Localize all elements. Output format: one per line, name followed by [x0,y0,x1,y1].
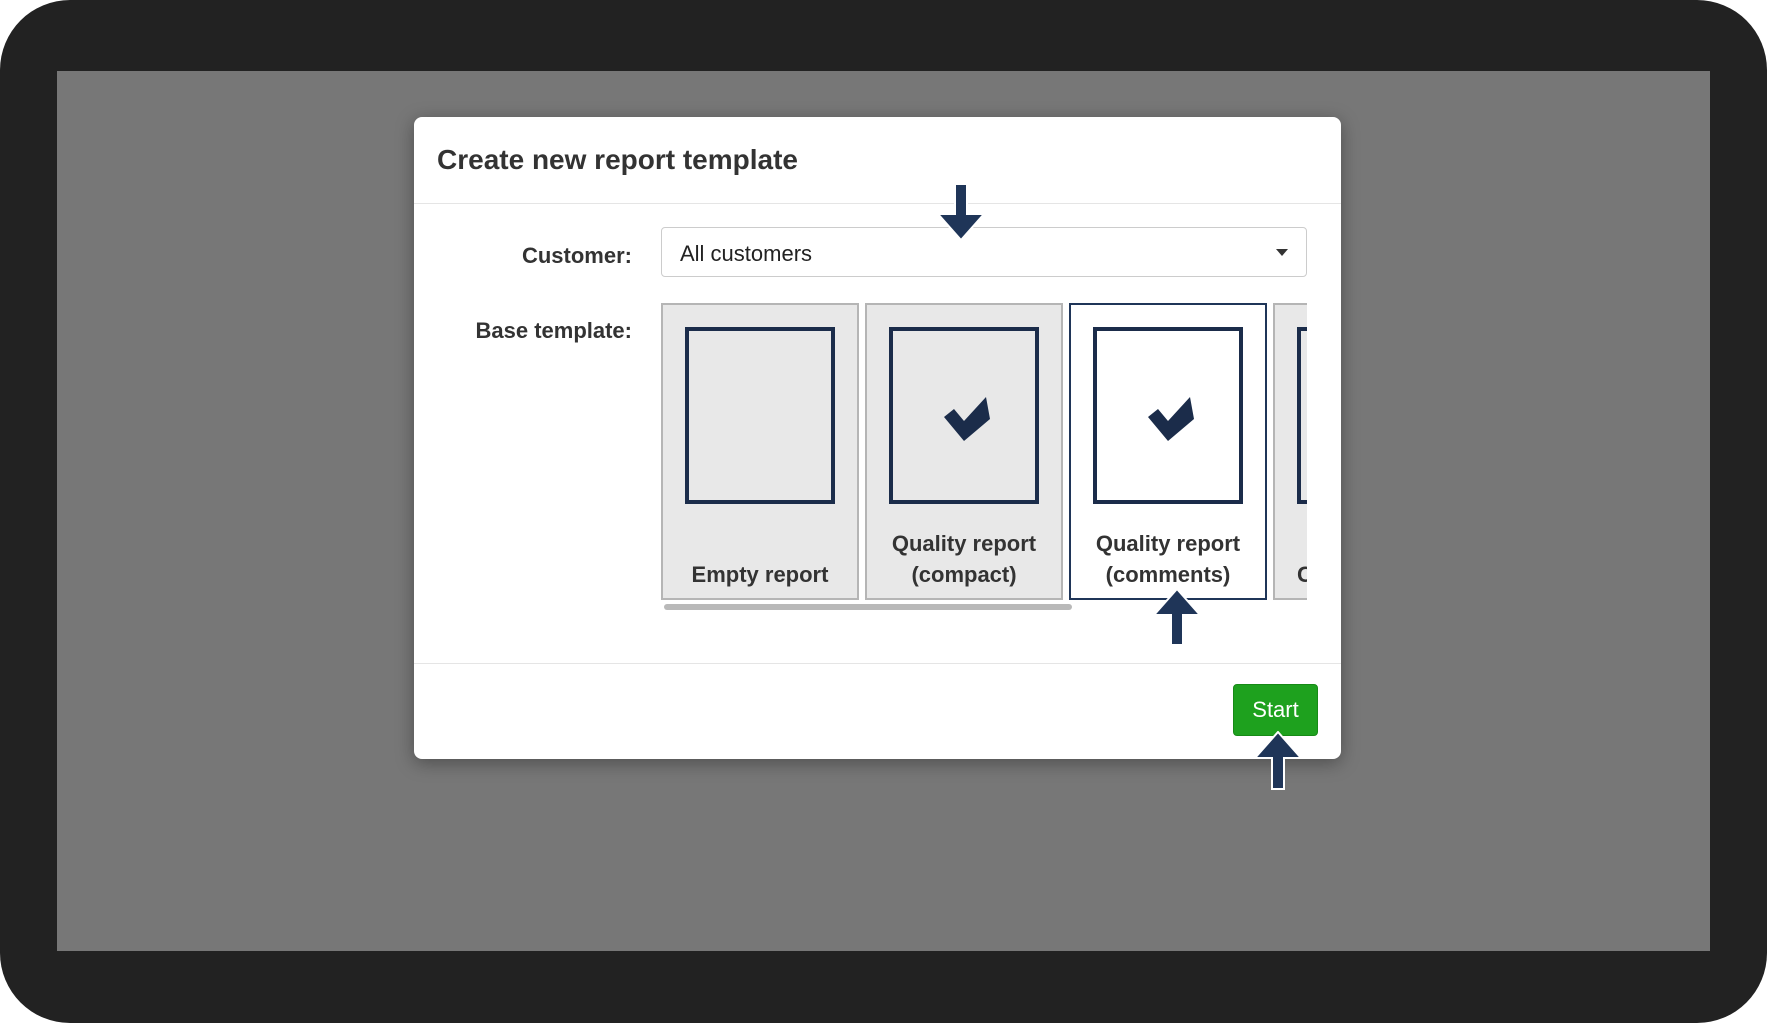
device-frame: Create new report template Customer: All… [0,0,1767,1023]
base-template-label: Base template: [475,318,632,343]
template-carousel: Empty report Quality report (compact) Qu… [661,303,1307,613]
blank-page-icon [685,327,835,504]
screen-overlay: Create new report template Customer: All… [57,71,1710,951]
template-label-line1: Quality report [891,531,1037,556]
customer-select-value: All customers [680,241,813,266]
template-tile-quality-comments[interactable]: Quality report (comments) [1069,303,1267,600]
template-label: Empty report [667,559,853,590]
chevron-down-icon [1276,249,1288,256]
scrollbar-thumb[interactable] [664,604,1072,610]
dialog-header: Create new report template [414,117,1341,204]
template-label: Quality report (comments) [1075,528,1261,590]
create-template-dialog: Create new report template Customer: All… [414,117,1341,759]
down-arrow-icon [936,184,986,242]
template-label-line1: Quality report [1095,531,1241,556]
dialog-title: Create new report template [437,144,798,175]
checkmark-icon [1148,397,1194,441]
checkmark-icon [944,397,990,441]
carousel-scrollbar[interactable] [661,601,1307,611]
template-label-line2: (compact) [911,562,1017,587]
page-icon [889,327,1039,504]
page-icon [1093,327,1243,504]
template-label-line2: Empty report [691,562,829,587]
template-tile-partial[interactable]: C [1273,303,1307,600]
up-arrow-icon [1253,731,1303,790]
start-button[interactable]: Start [1233,684,1318,736]
template-label: C [1297,562,1307,587]
template-label-line2: (comments) [1105,562,1231,587]
template-tile-quality-compact[interactable]: Quality report (compact) [865,303,1063,600]
page-icon [1297,327,1307,504]
dialog-footer-divider [414,663,1341,664]
template-tile-empty-report[interactable]: Empty report [661,303,859,600]
customer-label: Customer: [521,243,632,268]
up-arrow-icon [1152,588,1202,646]
template-label: Quality report (compact) [871,528,1057,590]
